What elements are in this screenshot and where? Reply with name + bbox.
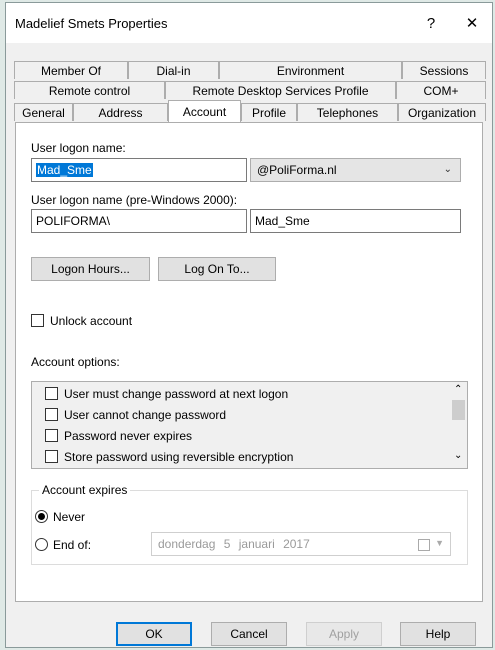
tab-general[interactable]: General: [14, 103, 73, 121]
calendar-icon: [418, 539, 430, 551]
pre-windows-2000-label: User logon name (pre-Windows 2000):: [31, 193, 238, 207]
list-item[interactable]: User cannot change password: [32, 404, 437, 426]
cancel-button[interactable]: Cancel: [211, 622, 287, 646]
end-date-value: donderdag 5 januari 2017: [158, 537, 310, 551]
pre-windows-2000-domain-value: POLIFORMA\: [36, 214, 111, 228]
option-label: Password never expires: [64, 429, 193, 443]
logon-hours-button[interactable]: Logon Hours...: [31, 257, 150, 281]
option-checkbox[interactable]: [45, 429, 58, 442]
tab-profile[interactable]: Profile: [241, 103, 297, 121]
scroll-thumb[interactable]: [452, 400, 465, 420]
option-label: User must change password at next logon: [64, 387, 289, 401]
account-options-list[interactable]: User must change password at next logon …: [31, 381, 468, 469]
ok-button[interactable]: OK: [116, 622, 192, 646]
unlock-account-checkbox[interactable]: [31, 314, 44, 327]
never-radio[interactable]: [35, 510, 48, 523]
chevron-down-icon: ⌄: [443, 164, 452, 175]
domain-value: @PoliForma.nl: [257, 163, 337, 177]
options-scrollbar[interactable]: ⌃ ⌄: [450, 382, 467, 468]
user-logon-name-value: Mad_Sme: [36, 163, 93, 177]
domain-select[interactable]: @PoliForma.nl ⌄: [250, 158, 461, 182]
end-of-label: End of:: [53, 538, 92, 552]
tab-remote-desktop-services-profile[interactable]: Remote Desktop Services Profile: [165, 81, 396, 99]
pre-windows-2000-logon-input[interactable]: Mad_Sme: [250, 209, 461, 233]
pre-windows-2000-logon-value: Mad_Sme: [255, 214, 310, 228]
title-bar: Madelief Smets Properties ? ✕: [6, 3, 492, 43]
option-checkbox[interactable]: [45, 408, 58, 421]
unlock-account-label: Unlock account: [50, 314, 133, 328]
option-label: Store password using reversible encrypti…: [64, 450, 294, 464]
apply-button[interactable]: Apply: [306, 622, 382, 646]
scroll-up-icon[interactable]: ⌃: [454, 384, 462, 395]
tab-telephones[interactable]: Telephones: [297, 103, 398, 121]
radio-selected-dot: [38, 513, 45, 520]
pre-windows-2000-domain-field: POLIFORMA\: [31, 209, 247, 233]
tab-sessions[interactable]: Sessions: [402, 61, 486, 79]
option-label: User cannot change password: [64, 408, 227, 422]
close-icon[interactable]: ✕: [452, 9, 492, 37]
never-label: Never: [53, 510, 86, 524]
tab-organization[interactable]: Organization: [398, 103, 486, 121]
option-checkbox[interactable]: [45, 387, 58, 400]
tab-dial-in[interactable]: Dial-in: [128, 61, 219, 79]
tab-address[interactable]: Address: [73, 103, 168, 121]
tab-environment[interactable]: Environment: [219, 61, 402, 79]
properties-dialog: Madelief Smets Properties ? ✕ Member Of …: [5, 2, 493, 648]
option-checkbox[interactable]: [45, 450, 58, 463]
end-of-radio[interactable]: [35, 538, 48, 551]
list-item[interactable]: User must change password at next logon: [32, 383, 437, 405]
tab-remote-control[interactable]: Remote control: [14, 81, 165, 99]
window-title: Madelief Smets Properties: [15, 16, 168, 31]
tab-account[interactable]: Account: [168, 100, 241, 122]
log-on-to-button[interactable]: Log On To...: [158, 257, 276, 281]
user-logon-name-input[interactable]: Mad_Sme: [31, 158, 247, 182]
tab-com-plus[interactable]: COM+: [396, 81, 486, 99]
tab-member-of[interactable]: Member Of: [14, 61, 128, 79]
dropdown-arrow-icon: ▼: [435, 538, 444, 548]
end-date-picker[interactable]: donderdag 5 januari 2017 ▼: [151, 532, 451, 556]
help-button[interactable]: Help: [400, 622, 476, 646]
account-expires-label: Account expires: [39, 483, 131, 497]
scroll-down-icon[interactable]: ⌄: [454, 450, 462, 461]
account-options-label: Account options:: [31, 355, 120, 369]
help-icon[interactable]: ?: [411, 9, 451, 37]
list-item[interactable]: Store password using reversible encrypti…: [32, 446, 437, 468]
list-item[interactable]: Password never expires: [32, 425, 437, 447]
user-logon-name-label: User logon name:: [31, 141, 126, 155]
